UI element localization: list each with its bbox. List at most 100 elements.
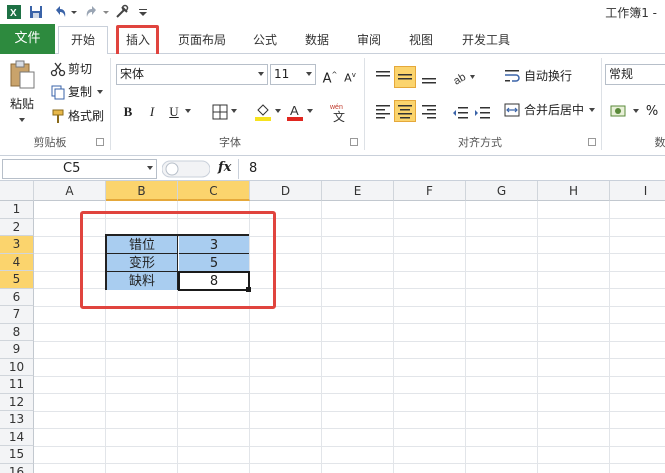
font-launcher-icon[interactable]	[350, 138, 358, 146]
row-header-12[interactable]: 12	[0, 393, 34, 411]
align-top-button[interactable]	[372, 66, 394, 88]
orientation-icon[interactable]: ab	[452, 68, 476, 86]
row-header-9[interactable]: 9	[0, 341, 34, 359]
undo-dropdown-icon[interactable]	[70, 4, 78, 20]
fill-color-icon[interactable]	[254, 102, 272, 122]
tab-view[interactable]: 视图	[404, 30, 438, 50]
tab-developer[interactable]: 开发工具	[456, 30, 516, 50]
font-name-select[interactable]: 宋体	[116, 64, 268, 85]
row-header-4[interactable]: 4	[0, 253, 34, 271]
row-header-13[interactable]: 13	[0, 411, 34, 429]
undo-icon[interactable]	[52, 4, 68, 20]
column-header-a[interactable]: A	[34, 181, 106, 201]
copy-button[interactable]: 复制	[68, 82, 92, 102]
row-header-5[interactable]: 5	[0, 271, 34, 289]
decrease-indent-icon[interactable]	[452, 104, 470, 122]
clipboard-launcher-icon[interactable]	[96, 138, 104, 146]
number-format-value: 常规	[609, 67, 634, 81]
grid-line	[34, 463, 665, 464]
bold-button[interactable]: B	[118, 102, 138, 122]
cut-icon	[50, 62, 66, 77]
tab-review[interactable]: 审阅	[352, 30, 386, 50]
alignment-launcher-icon[interactable]	[588, 138, 596, 146]
accounting-dropdown-icon[interactable]	[632, 107, 640, 115]
accounting-format-icon[interactable]	[610, 102, 630, 122]
row-header-14[interactable]: 14	[0, 428, 34, 446]
fill-color-dropdown-icon[interactable]	[274, 107, 282, 115]
align-bottom-icon	[422, 78, 436, 84]
save-icon[interactable]	[28, 4, 44, 20]
borders-icon[interactable]	[212, 104, 228, 120]
row-header-10[interactable]: 10	[0, 358, 34, 376]
grid-line	[393, 201, 394, 473]
row-header-15[interactable]: 15	[0, 446, 34, 464]
align-right-button[interactable]	[418, 100, 440, 122]
redo-dropdown-icon[interactable]	[102, 4, 110, 20]
tab-data[interactable]: 数据	[300, 30, 334, 50]
name-box[interactable]: C5	[2, 159, 157, 179]
grid-line	[465, 201, 466, 473]
phonetic-guide-icon[interactable]: wén文	[328, 100, 352, 124]
row-header-6[interactable]: 6	[0, 288, 34, 306]
cut-button[interactable]: 剪切	[68, 59, 92, 79]
tab-formulas[interactable]: 公式	[248, 30, 282, 50]
column-header-b[interactable]: B	[106, 181, 178, 201]
merge-center-dropdown-icon[interactable]	[588, 106, 596, 114]
format-painter-button[interactable]: 格式刷	[68, 106, 104, 126]
paste-button[interactable]: 粘贴	[10, 94, 34, 114]
grid-line	[34, 358, 665, 359]
shrink-font-icon[interactable]: Av	[340, 65, 360, 85]
column-header-e[interactable]: E	[322, 181, 394, 201]
column-header-g[interactable]: G	[466, 181, 538, 201]
tools-icon[interactable]	[114, 4, 130, 20]
tab-home[interactable]: 开始	[58, 26, 108, 55]
wrap-text-button[interactable]: 自动换行	[524, 66, 572, 86]
font-size-value: 11	[274, 67, 290, 81]
formula-input[interactable]: 8	[238, 159, 665, 179]
merge-center-button[interactable]: 合并后居中	[524, 100, 584, 120]
row-header-16[interactable]: 16	[0, 463, 34, 473]
row-header-11[interactable]: 11	[0, 376, 34, 394]
select-all-corner[interactable]	[0, 181, 34, 201]
name-box-dropdown-icon[interactable]	[146, 164, 154, 172]
column-header-c[interactable]: C	[178, 181, 250, 201]
column-header-i[interactable]: I	[610, 181, 665, 201]
customize-qat-icon[interactable]	[138, 4, 148, 20]
font-color-icon[interactable]: A	[286, 102, 304, 122]
paste-icon[interactable]	[8, 60, 36, 90]
tab-page-layout[interactable]: 页面布局	[172, 30, 232, 50]
row-header-7[interactable]: 7	[0, 306, 34, 324]
increase-indent-icon[interactable]	[474, 104, 492, 122]
format-painter-icon	[52, 109, 64, 123]
row-header-8[interactable]: 8	[0, 323, 34, 341]
column-header-d[interactable]: D	[250, 181, 322, 201]
insert-function-button[interactable]: fx	[218, 160, 231, 175]
font-color-dropdown-icon[interactable]	[306, 107, 314, 115]
column-header-f[interactable]: F	[394, 181, 466, 201]
align-bottom-button[interactable]	[418, 66, 440, 88]
redo-icon[interactable]	[84, 4, 100, 20]
row-header-3[interactable]: 3	[0, 236, 34, 254]
align-center-button[interactable]	[394, 100, 416, 122]
number-group-label: 数	[654, 136, 665, 149]
align-left-button[interactable]	[372, 100, 394, 122]
formula-bar-slider-icon[interactable]	[162, 160, 210, 178]
align-center-icon	[398, 105, 412, 119]
underline-button[interactable]: U	[164, 102, 184, 122]
italic-button[interactable]: I	[142, 102, 162, 122]
copy-dropdown-icon[interactable]	[96, 88, 104, 96]
row-header-1[interactable]: 1	[0, 201, 34, 219]
tab-file[interactable]: 文件	[0, 24, 55, 54]
row-header-2[interactable]: 2	[0, 218, 34, 236]
svg-text:X: X	[10, 8, 17, 19]
underline-dropdown-icon[interactable]	[184, 107, 192, 115]
paste-dropdown-icon[interactable]	[18, 116, 26, 124]
column-header-h[interactable]: H	[538, 181, 610, 201]
number-format-select[interactable]: 常规	[605, 64, 665, 85]
percent-style-icon[interactable]: %	[642, 102, 662, 122]
grow-font-icon[interactable]: A^	[320, 65, 340, 86]
align-middle-button[interactable]	[394, 66, 416, 88]
font-size-select[interactable]: 11	[270, 64, 316, 85]
borders-dropdown-icon[interactable]	[230, 107, 238, 115]
font-group-label: 字体	[219, 136, 241, 149]
